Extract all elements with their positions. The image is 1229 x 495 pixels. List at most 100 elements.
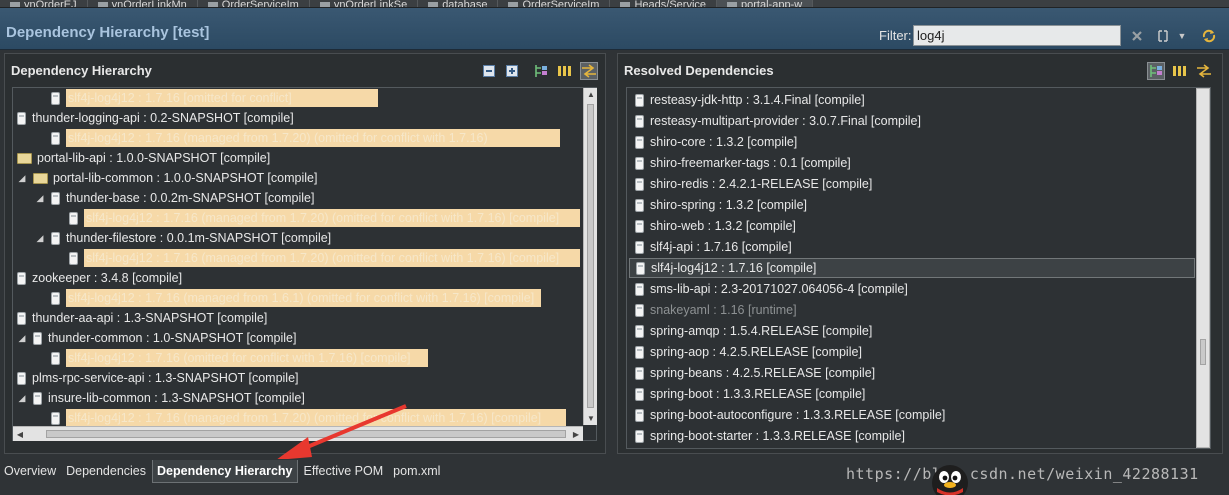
editor-tab[interactable]: OrderServiceIm [498,0,611,7]
folder-icon [17,152,32,164]
jar-icon [635,240,644,254]
editor-tab[interactable]: ynOrderLinkSe [310,0,419,7]
expand-arrow-icon[interactable]: ◢ [35,233,45,244]
clear-filter-icon[interactable] [1128,27,1146,45]
tree-row-label: thunder-filestore : 0.0.1m-SNAPSHOT [com… [66,231,332,245]
tree-row[interactable]: slf4j-log4j12 : 1.7.16 (managed from 1.6… [51,288,541,308]
jar-icon [51,411,60,425]
jar-icon [33,331,42,345]
tree-row[interactable]: slf4j-log4j12 : 1.7.16 [omitted for conf… [51,88,378,108]
jar-icon [636,261,645,275]
tree-row-label: portal-lib-common : 1.0.0-SNAPSHOT [comp… [53,171,318,185]
list-item[interactable]: snakeyaml : 1.16 [runtime] [629,300,797,320]
tree-row[interactable]: ◢ thunder-common : 1.0-SNAPSHOT [compile] [17,328,297,348]
tab-dependencies[interactable]: Dependencies [62,460,150,482]
tree-vertical-scrollbar[interactable]: ▲ ▼ [583,88,597,425]
chevron-down-icon[interactable]: ▼ [1173,27,1191,45]
list-item-label: resteasy-multipart-provider : 3.0.7.Fina… [650,114,921,128]
scrollbar-thumb[interactable] [1200,339,1206,365]
list-item[interactable]: spring-boot : 1.3.3.RELEASE [compile] [629,384,865,404]
tree-row[interactable]: ◢ portal-lib-common : 1.0.0-SNAPSHOT [com… [17,168,318,188]
list-item-label: spring-aop : 4.2.5.RELEASE [compile] [650,345,862,359]
jar-icon [51,191,60,205]
editor-tab-strip: ynOrderEJ ynOrderLinkMn OrderServiceIm ynOr… [0,0,1229,8]
jar-icon [635,93,644,107]
columns-icon[interactable] [1171,62,1189,80]
list-vertical-scrollbar[interactable] [1196,88,1210,448]
link-with-editor-icon[interactable] [580,62,598,80]
columns-icon[interactable] [556,62,574,80]
tree-row[interactable]: slf4j-log4j12 : 1.7.16 (managed from 1.7… [69,208,580,228]
tree-row-label: thunder-common : 1.0-SNAPSHOT [compile] [48,331,297,345]
tree-row[interactable]: ◢ insure-lib-common : 1.3-SNAPSHOT [compi… [17,388,305,408]
list-item[interactable]: shiro-freemarker-tags : 0.1 [compile] [629,153,851,173]
jar-icon [635,198,644,212]
filter-input[interactable] [913,25,1121,46]
expand-arrow-icon[interactable]: ◢ [17,173,27,184]
jar-icon [33,391,42,405]
list-item[interactable]: spring-beans : 4.2.5.RELEASE [compile] [629,363,875,383]
jar-icon [635,408,644,422]
list-item[interactable]: spring-boot-starter : 1.3.3.RELEASE [com… [629,426,905,446]
list-item[interactable]: shiro-spring : 1.3.2 [compile] [629,195,807,215]
list-item[interactable]: slf4j-api : 1.7.16 [compile] [629,237,792,257]
tree-row[interactable]: thunder-logging-api : 0.2-SNAPSHOT [comp… [17,108,294,128]
expand-arrow-icon[interactable]: ◢ [35,193,45,204]
dependency-tree[interactable]: slf4j-log4j12 : 1.7.16 [omitted for conf… [12,87,597,441]
filter-label: Filter: [879,28,912,43]
list-item[interactable]: sms-lib-api : 2.3-20171027.064056-4 [com… [629,279,908,299]
editor-tab[interactable]: ynOrderLinkMn [88,0,198,7]
tab-overview[interactable]: Overview [0,460,60,482]
tab-effective-pom[interactable]: Effective POM [300,460,388,482]
tab-dependency-hierarchy[interactable]: Dependency Hierarchy [152,459,298,483]
expand-arrow-icon[interactable]: ◢ [17,333,27,344]
tree-row[interactable]: plms-rpc-service-api : 1.3-SNAPSHOT [com… [17,368,299,388]
list-item[interactable]: shiro-core : 1.3.2 [compile] [629,132,797,152]
avatar [932,465,968,495]
editor-tab[interactable]: ynOrderEJ [0,0,88,7]
list-item[interactable]: slf4j-log4j12 : 1.7.16 [compile] [629,258,1195,278]
editor-tab[interactable]: OrderServiceIm [198,0,310,7]
jar-icon [635,282,644,296]
list-item-label: spring-boot-autoconfigure : 1.3.3.RELEAS… [650,408,946,422]
tab-pom-xml[interactable]: pom.xml [389,460,444,482]
tree-row[interactable]: slf4j-log4j12 : 1.7.16 (omitted for conf… [51,348,428,368]
tree-row-label: portal-lib-api : 1.0.0-SNAPSHOT [compile… [37,151,271,165]
editor-tab[interactable]: portal-app-w [717,0,814,7]
jar-icon [17,271,26,285]
tree-row[interactable]: ◢ thunder-filestore : 0.0.1m-SNAPSHOT [co… [35,228,332,248]
scrollbar-thumb[interactable] [587,104,594,408]
list-item[interactable]: shiro-redis : 2.4.2.1-RELEASE [compile] [629,174,872,194]
tree-row[interactable]: portal-lib-api : 1.0.0-SNAPSHOT [compile… [17,148,270,168]
show-groupid-icon[interactable] [532,62,550,80]
list-item[interactable]: spring-aop : 4.2.5.RELEASE [compile] [629,342,862,362]
show-groupid-icon[interactable] [1147,62,1165,80]
select-icon[interactable] [1154,27,1172,45]
list-item[interactable]: spring-boot-autoconfigure : 1.3.3.RELEAS… [629,405,945,425]
link-with-editor-icon[interactable] [1195,62,1213,80]
list-item[interactable]: shiro-web : 1.3.2 [compile] [629,216,796,236]
filter-match-highlight: slf4j-log4j12 : 1.7.16 [omitted for conf… [66,89,378,107]
editor-tab[interactable]: database [418,0,499,7]
list-item[interactable]: resteasy-multipart-provider : 3.0.7.Fina… [629,111,921,131]
tree-row[interactable]: ◢ thunder-base : 0.0.2m-SNAPSHOT [compile… [35,188,315,208]
list-item-label: spring-boot : 1.3.3.RELEASE [compile] [650,387,866,401]
jar-icon [17,371,26,385]
tree-row[interactable]: thunder-aa-api : 1.3-SNAPSHOT [compile] [17,308,267,328]
jar-icon [635,177,644,191]
list-item[interactable]: resteasy-jdk-http : 3.1.4.Final [compile… [629,90,865,110]
tree-row[interactable]: slf4j-log4j12 : 1.7.16 (managed from 1.7… [51,128,560,148]
jar-icon [635,135,644,149]
tree-row[interactable]: slf4j-log4j12 : 1.7.16 (managed from 1.7… [69,248,580,268]
resolved-dependency-list[interactable]: resteasy-jdk-http : 3.1.4.Final [compile… [626,87,1211,449]
expand-arrow-icon[interactable]: ◢ [17,393,27,404]
sync-icon[interactable] [1200,27,1218,45]
panel-title: Dependency Hierarchy [11,63,152,78]
jar-icon [635,303,644,317]
collapse-all-icon[interactable] [480,62,498,80]
expand-all-icon[interactable] [503,62,521,80]
tree-row[interactable]: zookeeper : 3.4.8 [compile] [17,268,182,288]
editor-tab[interactable]: Heads/Service [610,0,718,7]
list-item[interactable]: spring-amqp : 1.5.4.RELEASE [compile] [629,321,872,341]
jar-icon [51,291,60,305]
